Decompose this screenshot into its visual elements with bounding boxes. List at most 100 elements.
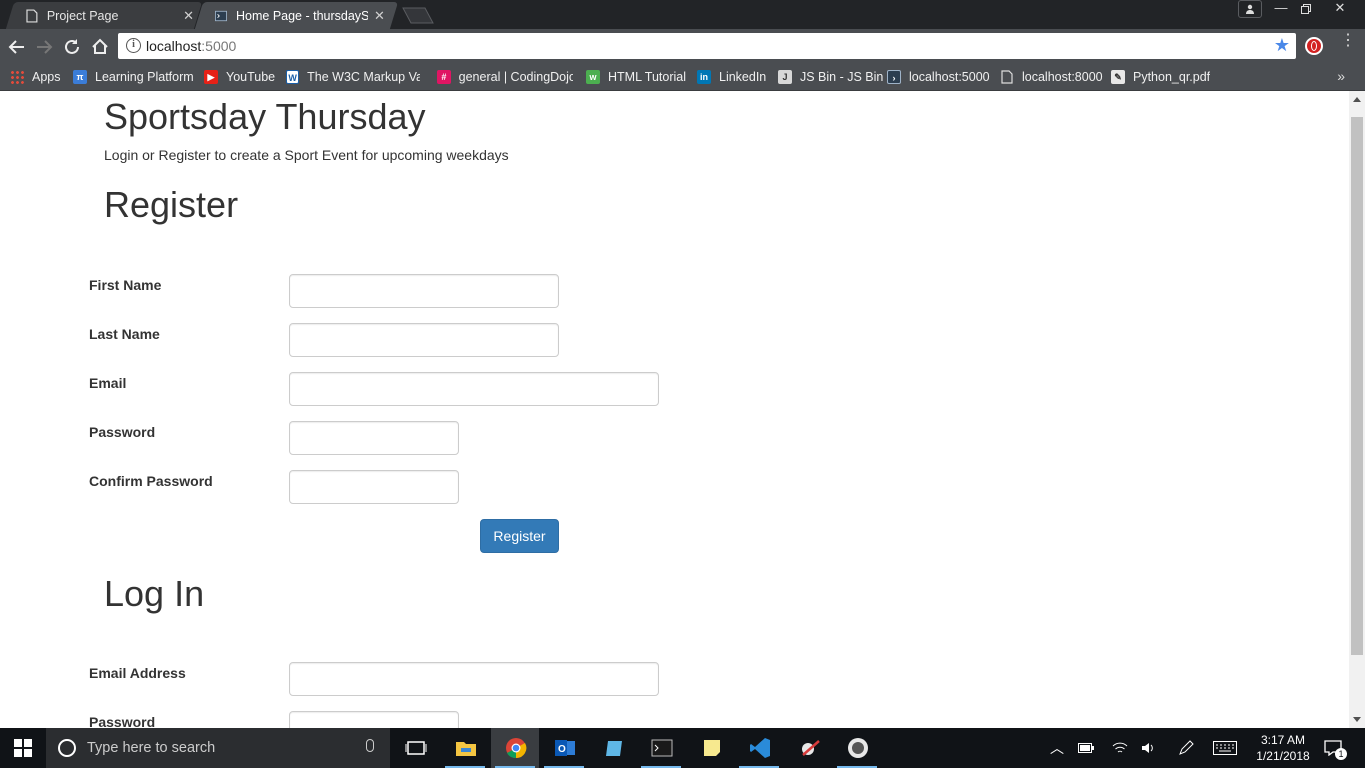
pdf-icon: ✎ xyxy=(1111,70,1125,84)
windows-taskbar: Type here to search O ︿ 3:17 AM 1/21/201… xyxy=(0,728,1365,768)
chrome-icon xyxy=(506,738,527,759)
bookmark-localhost-8000[interactable]: localhost:8000 xyxy=(1000,68,1103,86)
terminal-page-icon xyxy=(215,10,227,21)
bookmark-apps[interactable]: Apps xyxy=(10,68,61,86)
email-input[interactable] xyxy=(289,372,659,406)
new-tab-button[interactable] xyxy=(402,7,434,24)
page-icon xyxy=(26,8,38,23)
address-bar[interactable]: i localhost:5000 ★ xyxy=(118,33,1296,59)
terminal-page-icon: › xyxy=(887,70,901,84)
battery-indicator[interactable] xyxy=(1078,728,1098,768)
address-url: localhost:5000 xyxy=(146,38,237,54)
taskbar-file-explorer[interactable] xyxy=(441,728,489,768)
tab-title: Project Page xyxy=(46,8,119,23)
user-icon xyxy=(1246,4,1254,14)
bookmark-w3c[interactable]: W The W3C Markup Vali xyxy=(286,68,420,86)
taskbar-vscode[interactable] xyxy=(735,728,783,768)
email-label: Email xyxy=(89,375,127,391)
jsbin-icon: J xyxy=(778,70,792,84)
confirm-password-input[interactable] xyxy=(289,470,459,504)
app-circle-icon xyxy=(848,738,868,758)
pen-icon xyxy=(1179,740,1194,755)
bookmark-linkedin[interactable]: in LinkedIn xyxy=(697,68,766,86)
tab-project-page[interactable]: Project Page ✕ xyxy=(4,2,204,29)
folder-icon xyxy=(456,742,476,756)
extension-icon[interactable] xyxy=(1305,37,1323,55)
task-view-icon xyxy=(405,741,427,755)
login-email-input[interactable] xyxy=(289,662,659,696)
bookmark-localhost-5000[interactable]: › localhost:5000 xyxy=(887,68,990,86)
close-tab-icon[interactable]: ✕ xyxy=(374,8,385,24)
taskbar-search[interactable]: Type here to search xyxy=(46,728,390,768)
learning-platform-icon: π xyxy=(73,70,87,84)
apps-grid-icon xyxy=(10,70,24,84)
pen-workspace[interactable] xyxy=(1178,728,1198,768)
browser-toolbar: i localhost:5000 ★ ⋮ xyxy=(0,29,1365,64)
show-hidden-icons[interactable]: ︿ xyxy=(1046,728,1066,768)
volume-indicator[interactable] xyxy=(1141,728,1161,768)
last-name-input[interactable] xyxy=(289,323,559,357)
taskbar-sticky-notes[interactable] xyxy=(687,728,735,768)
login-password-label: Password xyxy=(89,714,156,728)
first-name-label: First Name xyxy=(89,277,162,293)
task-view-button[interactable] xyxy=(391,728,439,768)
app-tile-icon xyxy=(606,741,622,756)
taskbar-app-circle[interactable] xyxy=(833,728,881,768)
bookmark-star-icon[interactable]: ★ xyxy=(1274,35,1290,56)
info-icon[interactable]: i xyxy=(126,38,141,53)
taskbar-app-blue[interactable] xyxy=(590,728,638,768)
search-placeholder: Type here to search xyxy=(87,740,216,756)
vertical-scrollbar[interactable] xyxy=(1349,91,1365,728)
taskbar-snipping-tool[interactable] xyxy=(786,728,834,768)
cortana-icon xyxy=(58,739,76,757)
slack-icon: # xyxy=(437,70,451,84)
scissors-icon xyxy=(802,740,820,756)
microphone-icon[interactable] xyxy=(366,739,374,752)
login-email-label: Email Address xyxy=(89,665,186,681)
start-button[interactable] xyxy=(0,728,46,768)
restore-button[interactable] xyxy=(1295,0,1317,20)
forward-icon[interactable] xyxy=(33,36,55,58)
bookmark-jsbin[interactable]: J JS Bin - JS Bin xyxy=(778,68,883,86)
scroll-up-icon[interactable] xyxy=(1353,97,1361,102)
more-bookmarks-icon[interactable]: » xyxy=(1337,68,1345,84)
reload-icon[interactable] xyxy=(61,36,83,58)
touch-keyboard[interactable] xyxy=(1213,728,1241,768)
bookmark-python-pdf[interactable]: ✎ Python_qr.pdf xyxy=(1111,68,1210,86)
close-window-button[interactable]: ✕ xyxy=(1318,0,1362,20)
battery-icon xyxy=(1078,743,1094,753)
scroll-down-icon[interactable] xyxy=(1353,717,1361,722)
system-clock[interactable]: 3:17 AM 1/21/2018 xyxy=(1248,732,1318,764)
menu-icon[interactable]: ⋮ xyxy=(1340,33,1356,49)
close-tab-icon[interactable]: ✕ xyxy=(183,8,194,24)
action-center-button[interactable]: 1 xyxy=(1322,728,1352,768)
first-name-input[interactable] xyxy=(289,274,559,308)
bookmark-youtube[interactable]: ▶ YouTube xyxy=(204,68,275,86)
taskbar-chrome[interactable] xyxy=(491,728,539,768)
login-heading: Log In xyxy=(104,573,205,614)
notification-count-badge: 1 xyxy=(1335,748,1347,760)
sticky-note-icon xyxy=(704,740,720,756)
back-icon[interactable] xyxy=(6,36,28,58)
scrollbar-thumb[interactable] xyxy=(1351,117,1363,655)
close-icon: ✕ xyxy=(1334,0,1346,15)
linkedin-icon: in xyxy=(697,70,711,84)
page-title: Sportsday Thursday xyxy=(104,96,426,137)
clock-date: 1/21/2018 xyxy=(1256,749,1310,763)
password-input[interactable] xyxy=(289,421,459,455)
home-icon[interactable] xyxy=(89,36,111,58)
login-password-input[interactable] xyxy=(289,711,459,728)
w3c-icon: W xyxy=(286,70,300,84)
bookmark-learning-platform[interactable]: π Learning Platform xyxy=(73,68,194,86)
bookmark-slack[interactable]: # general | CodingDojo xyxy=(437,68,573,86)
taskbar-terminal[interactable] xyxy=(637,728,685,768)
page-icon xyxy=(1001,70,1013,84)
minimize-button[interactable]: — xyxy=(1270,0,1292,20)
profile-button[interactable] xyxy=(1238,0,1262,18)
taskbar-outlook[interactable]: O xyxy=(540,728,588,768)
tab-home-page[interactable]: Home Page - thursdaySp ✕ xyxy=(193,2,400,29)
bookmark-html-tutorial[interactable]: w HTML Tutorial xyxy=(586,68,686,86)
tab-title: Home Page - thursdaySp xyxy=(236,8,368,23)
network-indicator[interactable] xyxy=(1112,728,1132,768)
register-button[interactable]: Register xyxy=(480,519,559,553)
